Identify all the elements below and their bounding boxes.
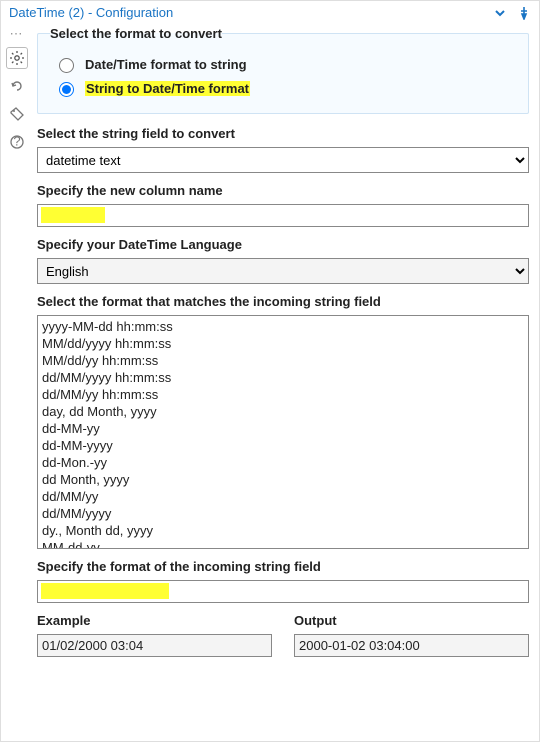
specify-format-label: Specify the format of the incoming strin… (37, 559, 529, 574)
specify-format-input[interactable] (37, 580, 529, 603)
radio-dt-to-string-label: Date/Time format to string (85, 57, 247, 72)
radio-dt-to-string-input[interactable] (59, 58, 74, 73)
radio-string-to-dt-input[interactable] (59, 82, 74, 97)
example-label: Example (37, 613, 272, 628)
radio-dt-to-string[interactable]: Date/Time format to string (54, 55, 516, 73)
list-item[interactable]: yyyy-MM-dd hh:mm:ss (42, 318, 524, 335)
gear-icon[interactable] (7, 48, 27, 68)
tag-icon[interactable] (7, 104, 27, 124)
new-column-label: Specify the new column name (37, 183, 529, 198)
language-label: Specify your DateTime Language (37, 237, 529, 252)
list-item[interactable]: dd/MM/yyyy (42, 505, 524, 522)
list-item[interactable]: dy., Month dd, yyyy (42, 522, 524, 539)
collapse-icon[interactable] (493, 6, 507, 20)
list-item[interactable]: dd/MM/yy (42, 488, 524, 505)
list-item[interactable]: dd-MM-yyyy (42, 437, 524, 454)
sidebar: ⋯ ? (1, 24, 33, 738)
format-listbox[interactable]: yyyy-MM-dd hh:mm:ssMM/dd/yyyy hh:mm:ssMM… (37, 315, 529, 549)
pin-icon[interactable] (517, 6, 531, 20)
list-item[interactable]: dd/MM/yyyy hh:mm:ss (42, 369, 524, 386)
field-select[interactable]: datetime text (37, 147, 529, 173)
group-legend: Select the format to convert (50, 26, 222, 41)
svg-text:?: ? (13, 134, 20, 149)
example-input (37, 634, 272, 657)
output-label: Output (294, 613, 529, 628)
list-item[interactable]: MM-dd-yy (42, 539, 524, 549)
list-item[interactable]: dd-Mon.-yy (42, 454, 524, 471)
list-item[interactable]: dd Month, yyyy (42, 471, 524, 488)
list-item[interactable]: dd/MM/yy hh:mm:ss (42, 386, 524, 403)
list-item[interactable]: MM/dd/yyyy hh:mm:ss (42, 335, 524, 352)
help-icon[interactable]: ? (7, 132, 27, 152)
field-select-label: Select the string field to convert (37, 126, 529, 141)
conversion-direction-group: Select the format to convert Date/Time f… (37, 26, 529, 114)
output-input (294, 634, 529, 657)
refresh-icon[interactable] (7, 76, 27, 96)
new-column-input[interactable] (37, 204, 529, 227)
language-select[interactable]: English (37, 258, 529, 284)
list-item[interactable]: dd-MM-yy (42, 420, 524, 437)
list-item[interactable]: day, dd Month, yyyy (42, 403, 524, 420)
format-list-label: Select the format that matches the incom… (37, 294, 529, 309)
radio-string-to-dt[interactable]: String to Date/Time format (54, 79, 516, 97)
grip-icon[interactable]: ⋯ (10, 26, 25, 42)
panel-header: DateTime (2) - Configuration (1, 1, 539, 24)
config-panel: Select the format to convert Date/Time f… (33, 24, 539, 738)
radio-string-to-dt-label: String to Date/Time format (85, 81, 250, 96)
list-item[interactable]: MM/dd/yy hh:mm:ss (42, 352, 524, 369)
panel-title: DateTime (2) - Configuration (9, 5, 173, 20)
